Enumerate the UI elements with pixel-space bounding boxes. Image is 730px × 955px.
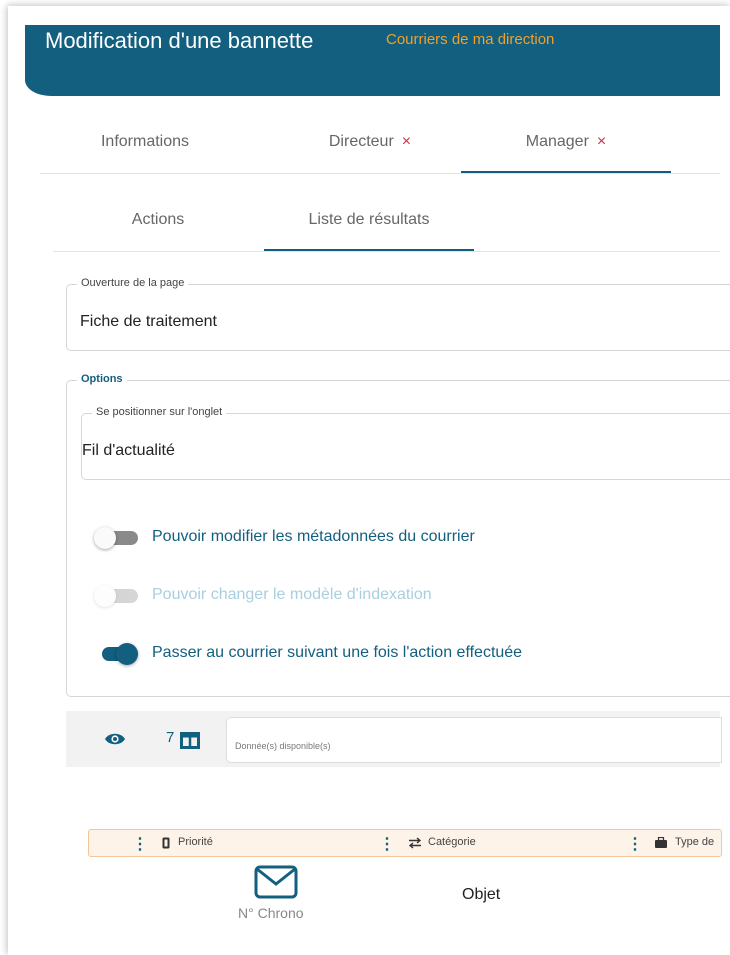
primary-tabs: Informations Directeur × Manager ×: [40, 113, 720, 174]
kebab-menu-icon[interactable]: ⋮: [132, 834, 148, 854]
chrono-label: N° Chrono: [238, 905, 304, 921]
tab-liste-resultats[interactable]: Liste de résultats: [264, 191, 474, 251]
tab-position-value: Fil d'actualité: [82, 442, 175, 459]
toggle-modify-metadata[interactable]: [94, 527, 138, 549]
tab-actions[interactable]: Actions: [73, 191, 243, 249]
eye-icon[interactable]: [104, 731, 126, 747]
toggle-knob: [116, 643, 138, 665]
briefcase-icon: [655, 837, 667, 848]
swap-arrows-icon: [408, 837, 422, 849]
tab-informations-label: Informations: [100, 133, 190, 150]
tab-liste-resultats-label: Liste de résultats: [308, 211, 430, 228]
page-header: Modification d'une bannette Courriers de…: [25, 25, 720, 96]
page-title: Modification d'une bannette: [45, 28, 314, 53]
kebab-menu-icon[interactable]: ⋮: [379, 834, 395, 854]
tab-manager[interactable]: Manager ×: [461, 113, 671, 173]
toggle-knob: [94, 527, 116, 549]
tab-informations[interactable]: Informations: [60, 113, 230, 171]
sort-priority-label[interactable]: Priorité: [178, 836, 213, 848]
sort-type-label[interactable]: Type de: [675, 836, 714, 848]
toggle-next-mail[interactable]: [94, 643, 138, 665]
columns-icon[interactable]: [180, 732, 200, 749]
tab-actions-label: Actions: [131, 211, 185, 228]
page-open-value: Fiche de traitement: [80, 313, 217, 330]
toggle-next-mail-label: Passer au courrier suivant une fois l'ac…: [152, 644, 523, 661]
remove-manager-icon[interactable]: ×: [597, 133, 606, 150]
priority-icon: [162, 837, 170, 849]
sort-category-label[interactable]: Catégorie: [428, 836, 476, 848]
sort-bar: ⋮ Priorité ⋮ Catégorie ⋮ Type de: [88, 829, 722, 857]
remove-directeur-icon[interactable]: ×: [402, 133, 411, 150]
columns-search-placeholder: Donnée(s) disponible(s): [235, 741, 331, 751]
columns-count: 7: [166, 729, 175, 746]
toggle-modify-metadata-label: Pouvoir modifier les métadonnées du cour…: [152, 528, 475, 545]
columns-search-input[interactable]: Donnée(s) disponible(s): [226, 717, 722, 763]
toggle-change-index-model-label: Pouvoir changer le modèle d'indexation: [152, 586, 432, 603]
page-open-select[interactable]: Ouverture de la page Fiche de traitement: [66, 277, 730, 351]
objet-label: Objet: [462, 886, 501, 903]
tab-directeur[interactable]: Directeur ×: [270, 113, 470, 171]
secondary-tabs: Actions Liste de résultats: [53, 191, 720, 252]
list-toolbar: 7 Donnée(s) disponible(s): [66, 711, 722, 767]
options-legend: Options: [77, 373, 127, 385]
tab-directeur-label: Directeur: [328, 133, 394, 150]
tab-manager-label: Manager: [525, 133, 589, 150]
envelope-icon: [254, 865, 298, 899]
tab-position-select[interactable]: Se positionner sur l'onglet Fil d'actual…: [81, 406, 730, 480]
kebab-menu-icon[interactable]: ⋮: [627, 834, 643, 854]
toggle-change-index-model: [94, 585, 138, 607]
page-open-legend: Ouverture de la page: [77, 277, 189, 289]
options-fieldset: Options Se positionner sur l'onglet Fil …: [66, 373, 730, 697]
toggle-knob: [94, 585, 116, 607]
page-subtitle: Courriers de ma direction: [386, 31, 555, 48]
tab-position-legend: Se positionner sur l'onglet: [92, 406, 227, 418]
